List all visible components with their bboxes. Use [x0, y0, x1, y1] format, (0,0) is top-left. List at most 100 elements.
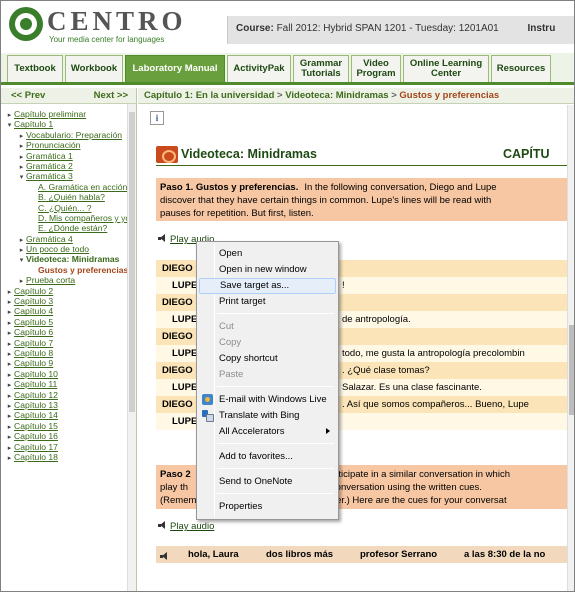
expand-arrow-icon[interactable]: ▸	[17, 163, 26, 171]
tree-item[interactable]: ▸ Capítulo 4	[1, 306, 127, 316]
tree-item-label[interactable]: E. ¿Dónde están?	[38, 223, 107, 233]
expand-arrow-icon[interactable]: ▸	[5, 350, 14, 358]
expand-arrow-icon[interactable]: ▸	[5, 392, 14, 400]
tree-item[interactable]: ▸ Capítulo 8	[1, 348, 127, 358]
tree-item-label[interactable]: Gramática 4	[26, 234, 73, 244]
tree-item-label[interactable]: C. ¿Quién... ?	[38, 203, 92, 213]
tree-item-label[interactable]: Videoteca: Minidramas	[26, 254, 119, 264]
expand-arrow-icon[interactable]: ▸	[5, 412, 14, 420]
menu-item-all-accelerators[interactable]: All Accelerators	[199, 424, 336, 440]
tree-item-label[interactable]: Capítulo 13	[14, 400, 58, 410]
tree-item-label[interactable]: Capítulo 11	[14, 379, 57, 389]
tree-item[interactable]: ▸ Capítulo 9	[1, 358, 127, 368]
tree-item-label[interactable]: Capítulo 12	[14, 390, 58, 400]
prev-link[interactable]: << Prev	[11, 90, 45, 101]
menu-item-open-in-new-window[interactable]: Open in new window	[199, 262, 336, 278]
tree-item-label[interactable]: Capítulo 3	[14, 296, 53, 306]
main-scrollbar[interactable]	[567, 105, 574, 591]
tree-item-label[interactable]: Capítulo 17	[14, 442, 58, 452]
tree-item-label[interactable]: Gramática 3	[26, 171, 73, 181]
expand-arrow-icon[interactable]: ▸	[5, 329, 14, 337]
tab-laboratory-manual[interactable]: Laboratory Manual	[125, 55, 225, 82]
expand-arrow-icon[interactable]: ▸	[17, 277, 26, 285]
tree-item-label[interactable]: Capítulo 10	[14, 369, 58, 379]
tree-item[interactable]: ▸ Capítulo 5	[1, 317, 127, 327]
expand-arrow-icon[interactable]: ▸	[5, 423, 14, 431]
tab-online-learning-center[interactable]: Online Learning Center	[403, 55, 489, 82]
expand-arrow-icon[interactable]: ▸	[5, 402, 14, 410]
tab-activitypak[interactable]: ActivityPak	[227, 55, 291, 82]
expand-arrow-icon[interactable]: ▸	[5, 340, 14, 348]
expand-arrow-icon[interactable]: ▸	[5, 308, 14, 316]
tree-item-label[interactable]: Gramática 1	[26, 151, 73, 161]
expand-arrow-icon[interactable]: ▸	[5, 111, 14, 119]
collapse-arrow-icon[interactable]: ▾	[17, 173, 26, 181]
menu-item-send-to-onenote[interactable]: Send to OneNote	[199, 474, 336, 490]
tree-item[interactable]: ▸ Vocabulario: Preparación	[1, 130, 127, 140]
menu-item-translate-with-bing[interactable]: Translate with Bing	[199, 408, 336, 424]
tree-item-label[interactable]: Pronunciación	[26, 140, 80, 150]
menu-item-print-target[interactable]: Print target	[199, 294, 336, 310]
tree-item-label[interactable]: Capítulo 16	[14, 431, 58, 441]
tree-item[interactable]: B. ¿Quién habla?	[1, 192, 127, 202]
tree-item[interactable]: ▸ Un poco de todo	[1, 244, 127, 254]
tree-item-label[interactable]: Capítulo 15	[14, 421, 58, 431]
menu-item-open[interactable]: Open	[199, 246, 336, 262]
tree-item[interactable]: ▸ Capítulo 17	[1, 442, 127, 452]
menu-item-e-mail-with-windows-live[interactable]: E-mail with Windows Live	[199, 392, 336, 408]
expand-arrow-icon[interactable]: ▸	[5, 319, 14, 327]
expand-arrow-icon[interactable]: ▸	[5, 360, 14, 368]
tree-item[interactable]: ▸ Capítulo 11	[1, 379, 127, 389]
tree-item[interactable]: ▾ Gramática 3	[1, 171, 127, 181]
tree-item[interactable]: ▸ Pronunciación	[1, 140, 127, 150]
play-audio-link-2[interactable]: Play audio	[158, 521, 214, 532]
tree-item-label[interactable]: A. Gramática en acción:	[38, 182, 127, 192]
centro-logo-icon[interactable]	[9, 7, 43, 41]
expand-arrow-icon[interactable]: ▸	[5, 454, 14, 462]
tree-item-label[interactable]: Capítulo 14	[14, 410, 58, 420]
tree-item[interactable]: ▸ Prueba corta	[1, 275, 127, 285]
menu-item-add-to-favorites[interactable]: Add to favorites...	[199, 449, 336, 465]
tab-grammar-tutorials[interactable]: Grammar Tutorials	[293, 55, 349, 82]
tree-item-label[interactable]: Vocabulario: Preparación	[26, 130, 122, 140]
tree-item[interactable]: ▸ Capítulo 18	[1, 452, 127, 462]
tree-item-label[interactable]: Capítulo 6	[14, 327, 53, 337]
tree-item-label[interactable]: Gramática 2	[26, 161, 73, 171]
tree-item-label[interactable]: Capítulo preliminar	[14, 109, 86, 119]
tree-item[interactable]: ▸ Capítulo 10	[1, 369, 127, 379]
expand-arrow-icon[interactable]: ▸	[5, 371, 14, 379]
tree-item-label[interactable]: Capítulo 9	[14, 358, 53, 368]
tree-item[interactable]: ▸ Capítulo preliminar	[1, 109, 127, 119]
tree-item[interactable]: ▸ Capítulo 12	[1, 390, 127, 400]
tree-item-label[interactable]: Gustos y preferencias	[38, 265, 127, 275]
sidebar-scrollbar[interactable]	[127, 104, 136, 591]
expand-arrow-icon[interactable]: ▸	[5, 433, 14, 441]
expand-arrow-icon[interactable]: ▸	[17, 153, 26, 161]
tree-item-label[interactable]: Capítulo 8	[14, 348, 53, 358]
main-scroll-thumb[interactable]	[569, 325, 574, 415]
menu-item-properties[interactable]: Properties	[199, 499, 336, 515]
breadcrumb-section[interactable]: Videoteca: Minidramas	[285, 90, 388, 101]
tree-item[interactable]: A. Gramática en acción:	[1, 182, 127, 192]
tree-item[interactable]: ▸ Capítulo 14	[1, 410, 127, 420]
collapse-arrow-icon[interactable]: ▾	[17, 256, 26, 264]
tree-item[interactable]: D. Mis compañeros y yo	[1, 213, 127, 223]
menu-item-copy-shortcut[interactable]: Copy shortcut	[199, 351, 336, 367]
tree-item-label[interactable]: Capítulo 2	[14, 286, 53, 296]
expand-arrow-icon[interactable]: ▸	[5, 381, 14, 389]
tree-item-label[interactable]: Capítulo 4	[14, 306, 53, 316]
tree-item-label[interactable]: B. ¿Quién habla?	[38, 192, 105, 202]
tree-item[interactable]: C. ¿Quién... ?	[1, 203, 127, 213]
tree-item[interactable]: E. ¿Dónde están?	[1, 223, 127, 233]
logo-text[interactable]: CENTRO	[47, 7, 187, 35]
tab-video-program[interactable]: Video Program	[351, 55, 401, 82]
next-link[interactable]: Next >>	[94, 90, 128, 101]
expand-arrow-icon[interactable]: ▸	[17, 132, 26, 140]
tree-item[interactable]: ▸ Capítulo 6	[1, 327, 127, 337]
sidebar-scroll-thumb[interactable]	[129, 112, 135, 412]
play-audio-label[interactable]: Play audio	[170, 521, 214, 532]
tree-item-label[interactable]: Capítulo 5	[14, 317, 53, 327]
tree-item-label[interactable]: Capítulo 18	[14, 452, 58, 462]
info-icon[interactable]: i	[150, 111, 164, 125]
expand-arrow-icon[interactable]: ▸	[17, 236, 26, 244]
